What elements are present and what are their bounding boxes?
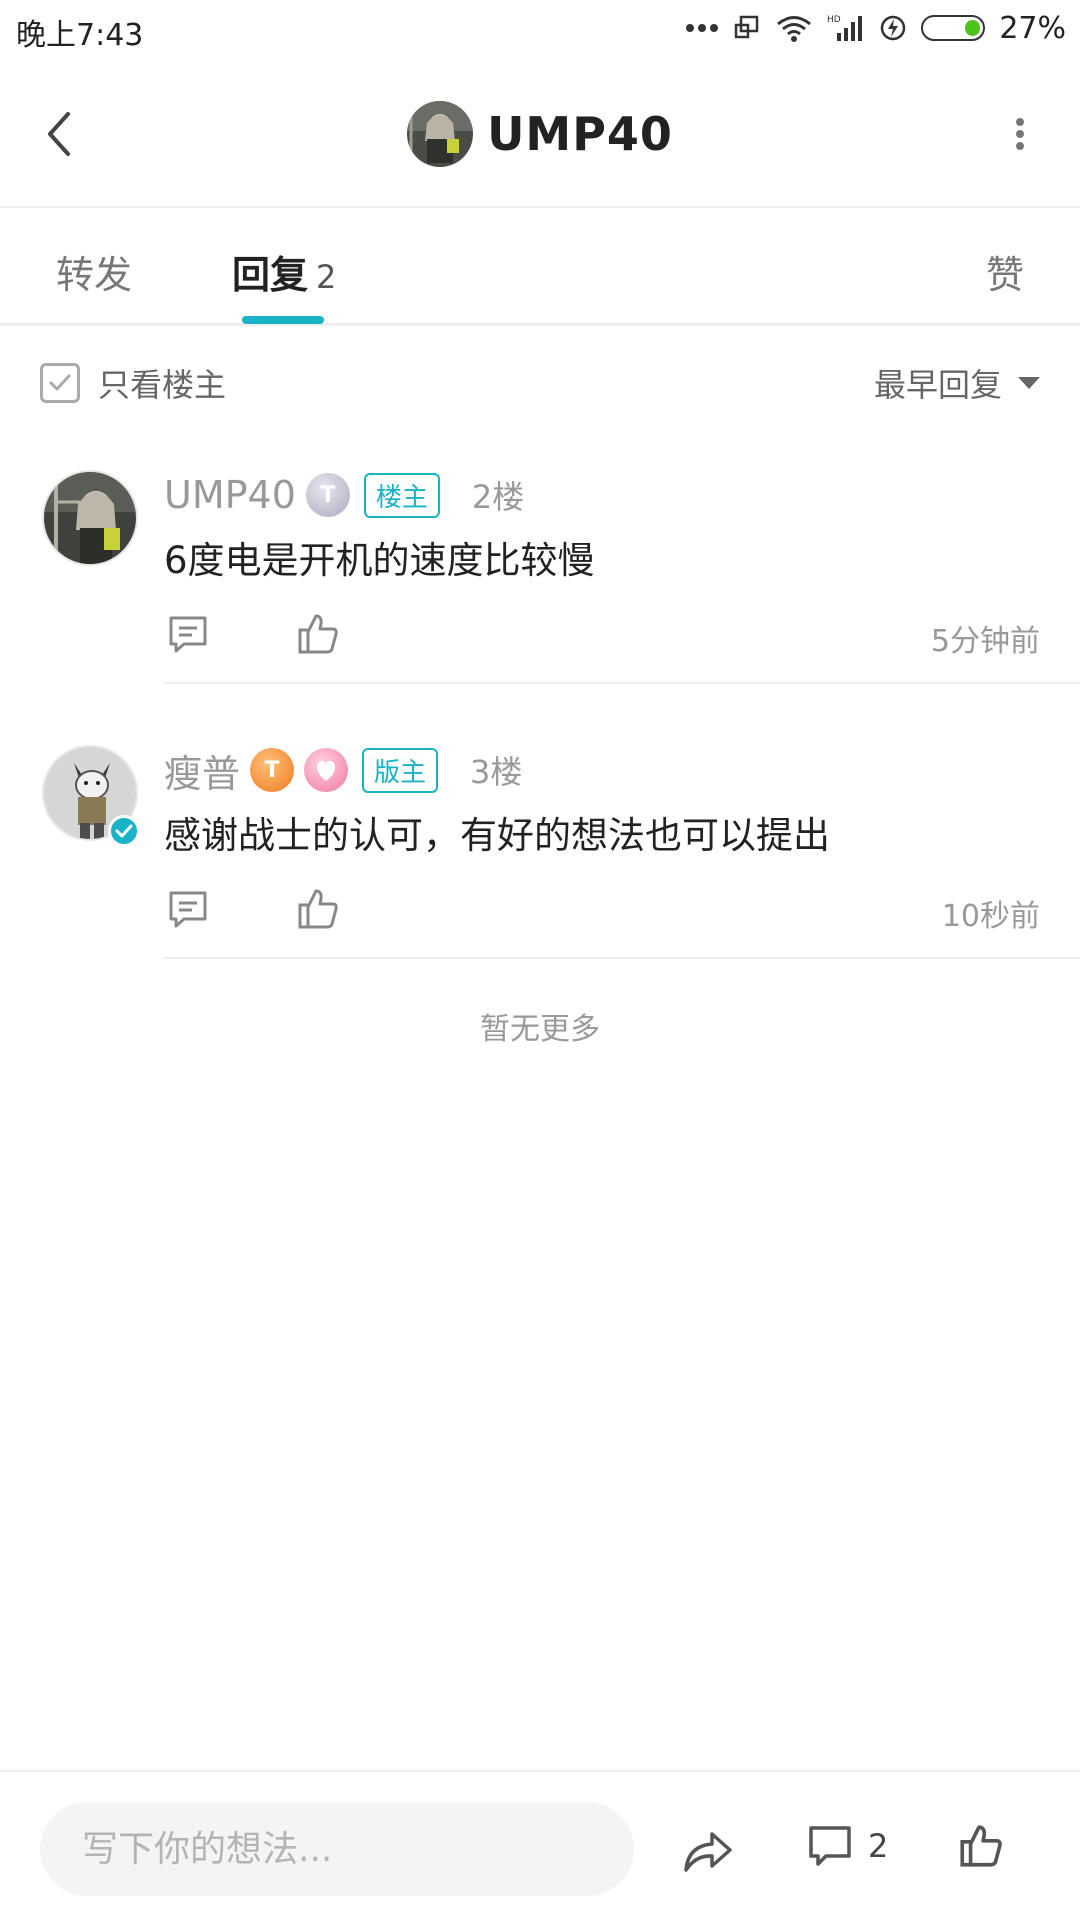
divider	[164, 957, 1080, 959]
share-button[interactable]	[680, 1824, 736, 1876]
role-badge: 楼主	[363, 472, 440, 518]
tab-bar: 转发 回复 2 赞	[0, 208, 1080, 326]
bottom-action-bar: 2	[0, 1770, 1080, 1920]
header-avatar[interactable]	[407, 101, 474, 167]
avatar[interactable]	[42, 470, 138, 566]
active-tab-indicator	[242, 316, 324, 324]
page-title: UMP40	[487, 107, 673, 161]
status-bar: 晚上7:43 HD 27%	[0, 0, 1080, 58]
status-time: 晚上7:43	[16, 18, 144, 53]
fan-badge-icon	[304, 748, 349, 792]
comment-time: 10秒前	[941, 899, 1040, 934]
comment-icon	[809, 1826, 851, 1866]
battery-fill	[965, 20, 981, 36]
thumbs-up-icon	[298, 614, 338, 654]
more-vertical-icon	[1016, 118, 1024, 150]
verified-badge-icon	[108, 815, 140, 847]
thumbs-up-icon	[960, 1825, 1002, 1867]
no-more-text: 暂无更多	[480, 1012, 600, 1047]
like-button[interactable]	[294, 610, 342, 658]
comment-icon	[169, 616, 207, 653]
screen-mirror-icon	[733, 14, 761, 42]
comment-actions: 5分钟前	[164, 606, 1040, 662]
comment-author[interactable]: UMP40	[164, 473, 296, 517]
app-header: UMP40	[0, 58, 1080, 208]
tab-reply[interactable]: 回复 2	[232, 244, 336, 299]
svg-text:HD: HD	[827, 15, 841, 25]
comment-text: 感谢战士的认可，有好的想法也可以提出	[164, 814, 830, 857]
tab-forward[interactable]: 转发	[56, 244, 132, 299]
header-title-group: UMP40	[0, 98, 1080, 170]
floor-number: 2楼	[471, 478, 525, 516]
caret-down-icon	[1018, 377, 1040, 389]
reply-button[interactable]	[164, 885, 212, 933]
thumbs-up-icon	[298, 889, 338, 929]
wifi-icon	[775, 13, 813, 43]
only-op-checkbox[interactable]	[40, 363, 80, 403]
tab-reply-count: 2	[316, 258, 337, 296]
only-op-toggle[interactable]: 只看楼主	[40, 360, 226, 406]
comment-actions: 10秒前	[164, 881, 1040, 937]
level-medal-icon: T	[305, 473, 350, 517]
tab-like[interactable]: 赞	[986, 244, 1024, 299]
level-medal-icon: T	[250, 748, 295, 792]
share-icon	[684, 1832, 732, 1872]
comment-input[interactable]	[40, 1802, 634, 1896]
tab-reply-label: 回复	[232, 253, 309, 297]
comment-item: UMP40 T 楼主 2楼 6度电是开机的速度比较慢 5分钟前	[0, 470, 1080, 730]
comment-icon	[169, 891, 207, 928]
comment-meta: UMP40 T 楼主 2楼	[164, 470, 524, 520]
role-badge: 版主	[362, 747, 439, 793]
floor-number: 3楼	[470, 753, 523, 791]
charging-icon	[879, 14, 907, 42]
comment-meta: 瘦普 T 版主 3楼	[164, 743, 523, 798]
only-op-label: 只看楼主	[98, 366, 227, 404]
like-button[interactable]	[294, 885, 342, 933]
comments-button[interactable]: 2	[806, 1822, 888, 1870]
comment-input-container	[40, 1802, 634, 1896]
divider	[164, 682, 1080, 684]
comment-author[interactable]: 瘦普	[164, 743, 240, 798]
reply-button[interactable]	[164, 610, 212, 658]
comment-item: 瘦普 T 版主 3楼 感谢战士的认可，有好的想法也可以提出 10秒前	[0, 745, 1080, 1005]
signal-hd-icon: HD	[827, 13, 865, 43]
battery-icon	[921, 15, 986, 41]
comment-time: 5分钟前	[930, 624, 1040, 659]
battery-percent: 27%	[999, 10, 1066, 46]
filter-row: 只看楼主 最早回复	[0, 330, 1080, 430]
status-icons: HD 27%	[685, 8, 1066, 48]
comment-count: 2	[868, 1827, 889, 1865]
sort-label: 最早回复	[873, 366, 1002, 404]
like-post-button[interactable]	[956, 1820, 1006, 1872]
sort-dropdown[interactable]: 最早回复	[874, 360, 1040, 406]
more-dots-icon	[685, 23, 719, 33]
more-options-button[interactable]	[996, 102, 1044, 166]
check-icon	[49, 374, 71, 391]
comment-text: 6度电是开机的速度比较慢	[164, 539, 595, 582]
